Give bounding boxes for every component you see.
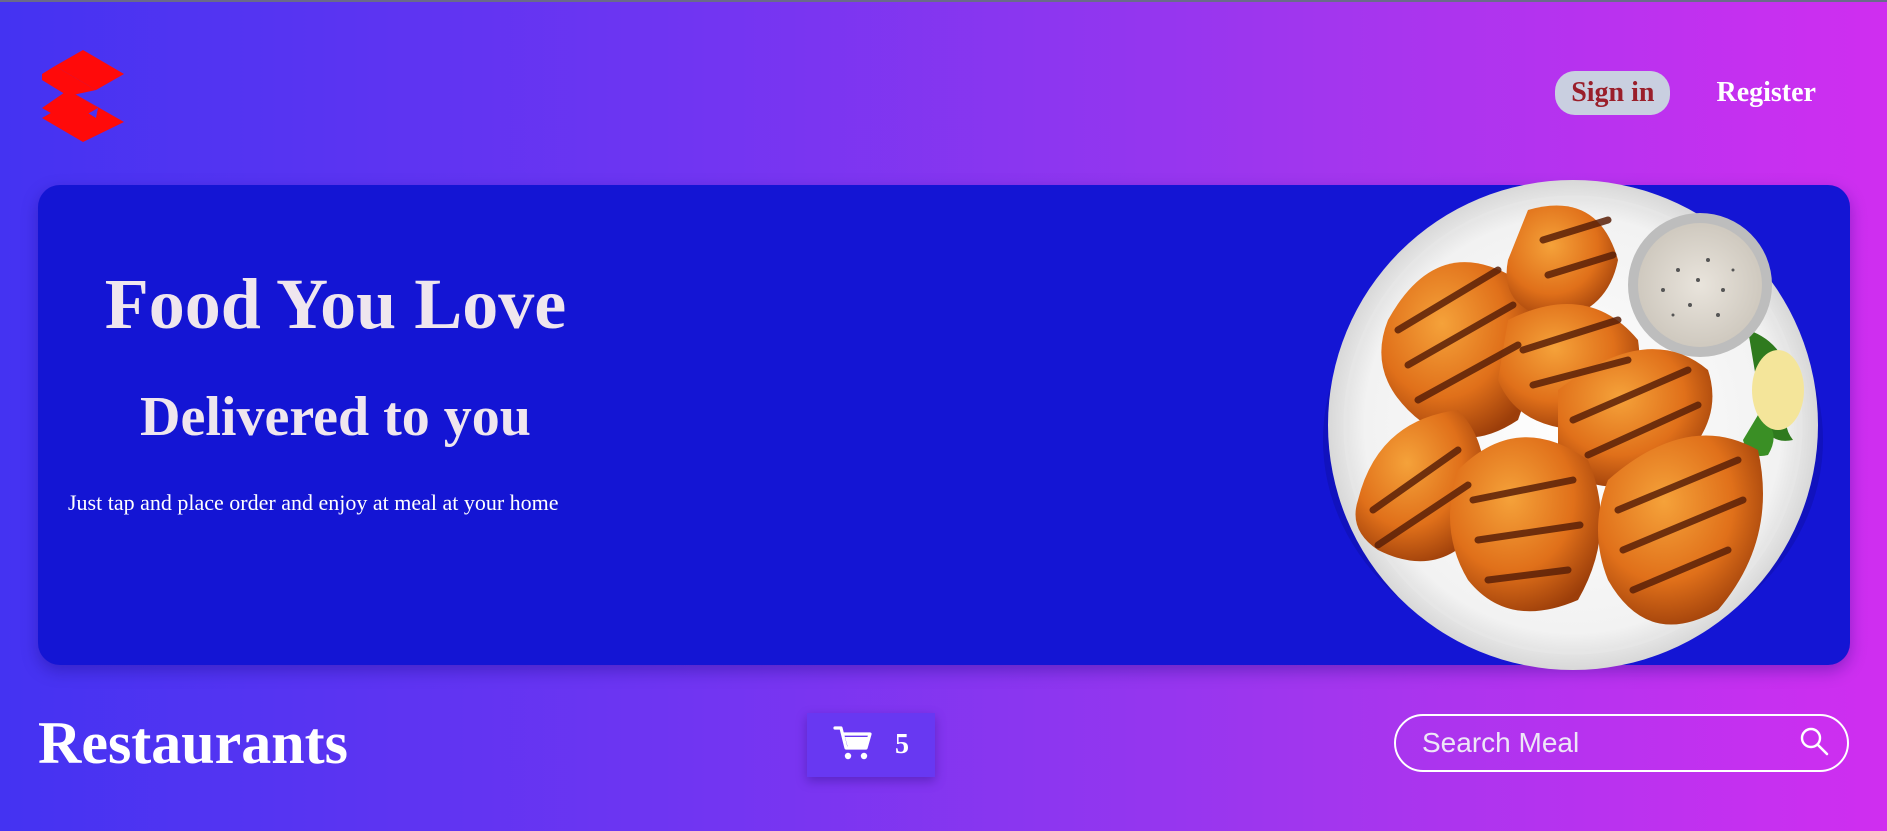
search-input[interactable] <box>1420 726 1799 760</box>
hero-subtitle: Delivered to you <box>140 386 531 448</box>
search-icon[interactable] <box>1799 726 1829 761</box>
hero-text: Just tap and place order and enjoy at me… <box>68 490 559 515</box>
search-box <box>1394 714 1849 772</box>
register-button[interactable]: Register <box>1700 71 1832 115</box>
grilled-chicken-plate-image <box>1318 180 1828 670</box>
cart-icon <box>833 725 873 766</box>
top-nav: Sign in Register <box>1555 71 1832 115</box>
sign-in-button[interactable]: Sign in <box>1555 71 1671 115</box>
logo-icon[interactable] <box>38 50 128 142</box>
restaurants-title: Restaurants <box>38 710 348 776</box>
cart-button[interactable]: 5 <box>807 713 935 777</box>
hero-banner: Food You Love Delivered to you Just tap … <box>38 180 1850 670</box>
cart-count-badge: 5 <box>895 729 909 760</box>
hero-title: Food You Love <box>104 264 567 344</box>
